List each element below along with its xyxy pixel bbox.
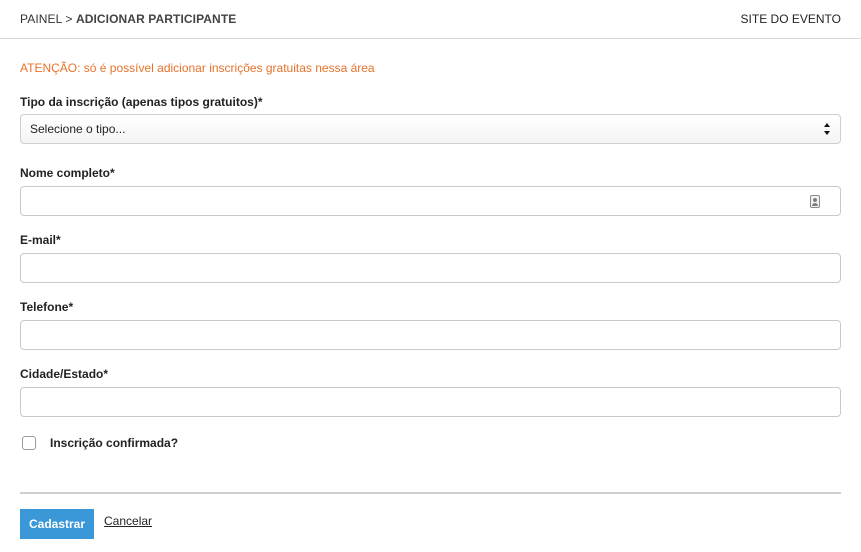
breadcrumb-root[interactable]: PAINEL — [20, 12, 62, 26]
confirmed-checkbox[interactable] — [22, 436, 36, 450]
city-input[interactable] — [21, 388, 840, 416]
warning-message: ATENÇÃO: só é possível adicionar inscriç… — [20, 61, 375, 75]
submit-button[interactable]: Cadastrar — [20, 509, 94, 539]
type-label: Tipo da inscrição (apenas tipos gratuito… — [20, 95, 263, 109]
breadcrumb: PAINEL > ADICIONAR PARTICIPANTE — [20, 12, 236, 26]
name-input[interactable] — [21, 187, 840, 215]
name-label: Nome completo* — [20, 166, 115, 180]
type-select[interactable]: Selecione o tipo... — [20, 114, 841, 144]
email-input[interactable] — [21, 254, 840, 282]
top-bar: PAINEL > ADICIONAR PARTICIPANTE SITE DO … — [0, 0, 861, 39]
phone-input[interactable] — [21, 321, 840, 349]
cancel-link[interactable]: Cancelar — [104, 514, 152, 528]
email-label: E-mail* — [20, 233, 61, 247]
phone-label: Telefone* — [20, 300, 74, 314]
email-field[interactable] — [20, 253, 841, 283]
city-field[interactable] — [20, 387, 841, 417]
breadcrumb-separator: > — [65, 12, 73, 26]
phone-field[interactable] — [20, 320, 841, 350]
confirmed-label[interactable]: Inscrição confirmada? — [50, 436, 178, 450]
city-label: Cidade/Estado* — [20, 367, 109, 381]
contact-card-icon[interactable] — [810, 195, 820, 208]
type-select-value: Selecione o tipo... — [30, 122, 126, 136]
site-link[interactable]: SITE DO EVENTO — [741, 12, 841, 26]
select-arrows-icon — [823, 123, 831, 135]
confirmed-checkbox-row — [22, 436, 36, 450]
breadcrumb-current: ADICIONAR PARTICIPANTE — [75, 12, 237, 26]
name-field[interactable] — [20, 186, 841, 216]
divider — [20, 492, 841, 494]
